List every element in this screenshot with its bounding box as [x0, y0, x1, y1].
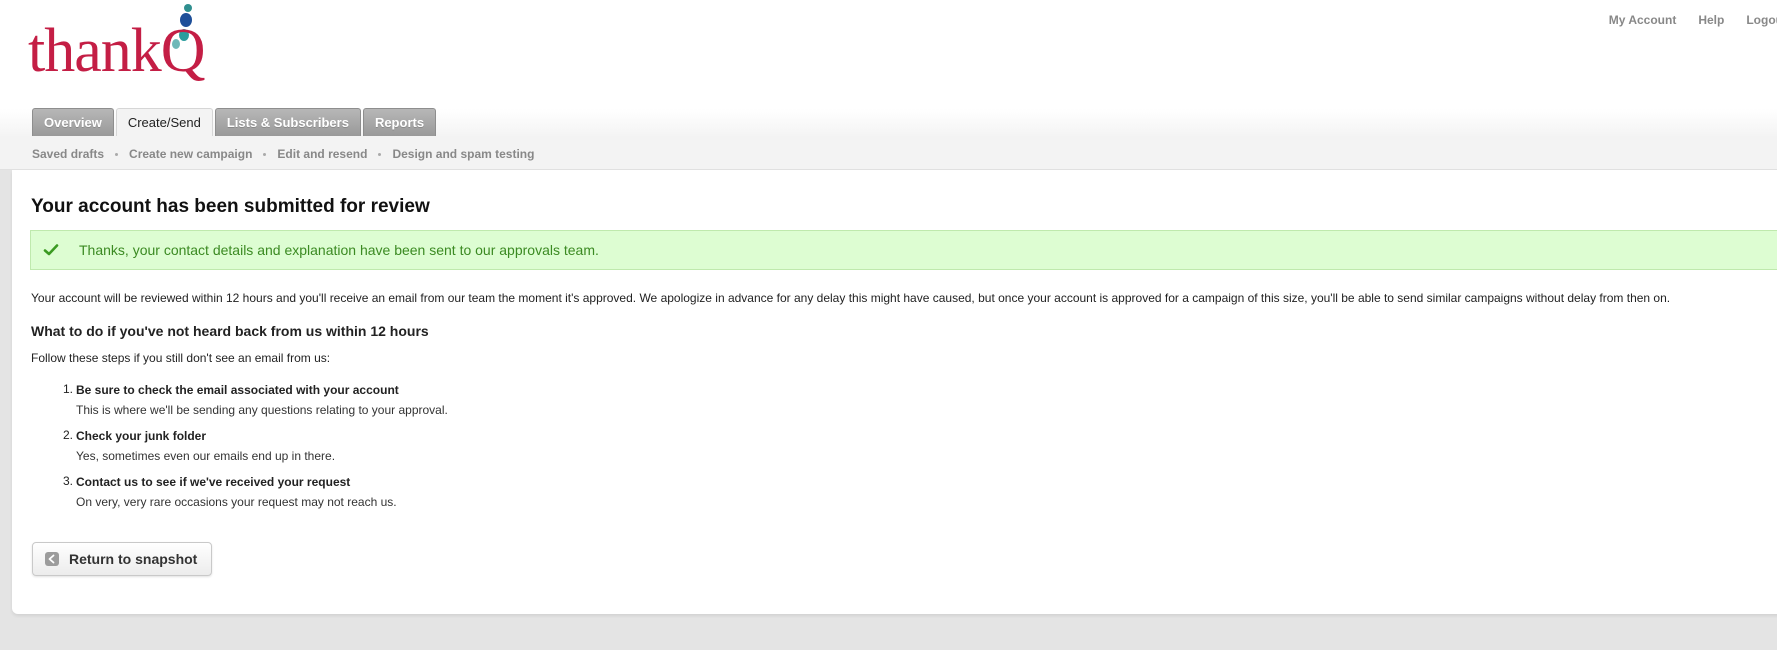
step-description: Yes, sometimes even our emails end up in…	[76, 449, 336, 463]
utility-nav: My Account Help Logout	[1609, 13, 1777, 27]
help-link[interactable]: Help	[1698, 13, 1724, 27]
page: thankQ My Account Help Logout Overview C…	[0, 0, 1777, 650]
step-title: Check your junk folder	[76, 429, 207, 443]
intro-text: Your account will be reviewed within 12 …	[31, 291, 1671, 305]
step-title: Be sure to check the email associated wi…	[76, 383, 399, 397]
step-number: 3	[59, 474, 73, 488]
step-description: This is where we'll be sending any quest…	[76, 403, 448, 417]
step-item: 3 Contact us to see if we've received yo…	[31, 474, 448, 520]
arrow-left-icon	[45, 552, 59, 566]
subnav: Saved drafts Create new campaign Edit an…	[0, 136, 1777, 170]
subnav-separator	[378, 152, 382, 156]
content-panel: Your account has been submitted for revi…	[12, 170, 1777, 614]
my-account-link[interactable]: My Account	[1609, 13, 1677, 27]
subnav-saved-drafts[interactable]: Saved drafts	[32, 147, 104, 161]
section-heading: What to do if you've not heard back from…	[31, 323, 429, 339]
subnav-create-new-campaign[interactable]: Create new campaign	[129, 147, 252, 161]
success-message-box: Thanks, your contact details and explana…	[30, 230, 1777, 270]
subnav-design-spam-testing[interactable]: Design and spam testing	[392, 147, 534, 161]
step-item: 1 Be sure to check the email associated …	[31, 382, 448, 428]
tab-reports[interactable]: Reports	[362, 108, 437, 136]
tab-create-send[interactable]: Create/Send	[115, 108, 213, 137]
steps-intro: Follow these steps if you still don't se…	[31, 351, 331, 365]
success-message: Thanks, your contact details and explana…	[79, 242, 599, 258]
step-number: 2	[59, 428, 73, 442]
subnav-separator	[115, 152, 119, 156]
tab-overview[interactable]: Overview	[32, 108, 114, 136]
step-title: Contact us to see if we've received your…	[76, 475, 351, 489]
subnav-separator	[263, 152, 267, 156]
step-number: 1	[59, 382, 73, 396]
step-item: 2 Check your junk folder Yes, sometimes …	[31, 428, 448, 474]
steps-list: 1 Be sure to check the email associated …	[31, 382, 448, 520]
logo[interactable]: thankQ	[28, 0, 208, 100]
step-description: On very, very rare occasions your reques…	[76, 495, 397, 509]
return-button-label: Return to snapshot	[69, 551, 198, 567]
header: thankQ My Account Help Logout Overview C…	[0, 0, 1777, 137]
main-tabs: Overview Create/Send Lists & Subscribers…	[32, 108, 437, 137]
subnav-edit-and-resend[interactable]: Edit and resend	[277, 147, 367, 161]
page-title: Your account has been submitted for revi…	[31, 196, 430, 217]
tab-lists-subscribers[interactable]: Lists & Subscribers	[214, 108, 361, 136]
logout-link[interactable]: Logout	[1746, 13, 1777, 27]
logo-text: thankQ	[28, 17, 206, 85]
checkmark-icon	[43, 244, 59, 256]
return-to-snapshot-button[interactable]: Return to snapshot	[32, 542, 213, 576]
